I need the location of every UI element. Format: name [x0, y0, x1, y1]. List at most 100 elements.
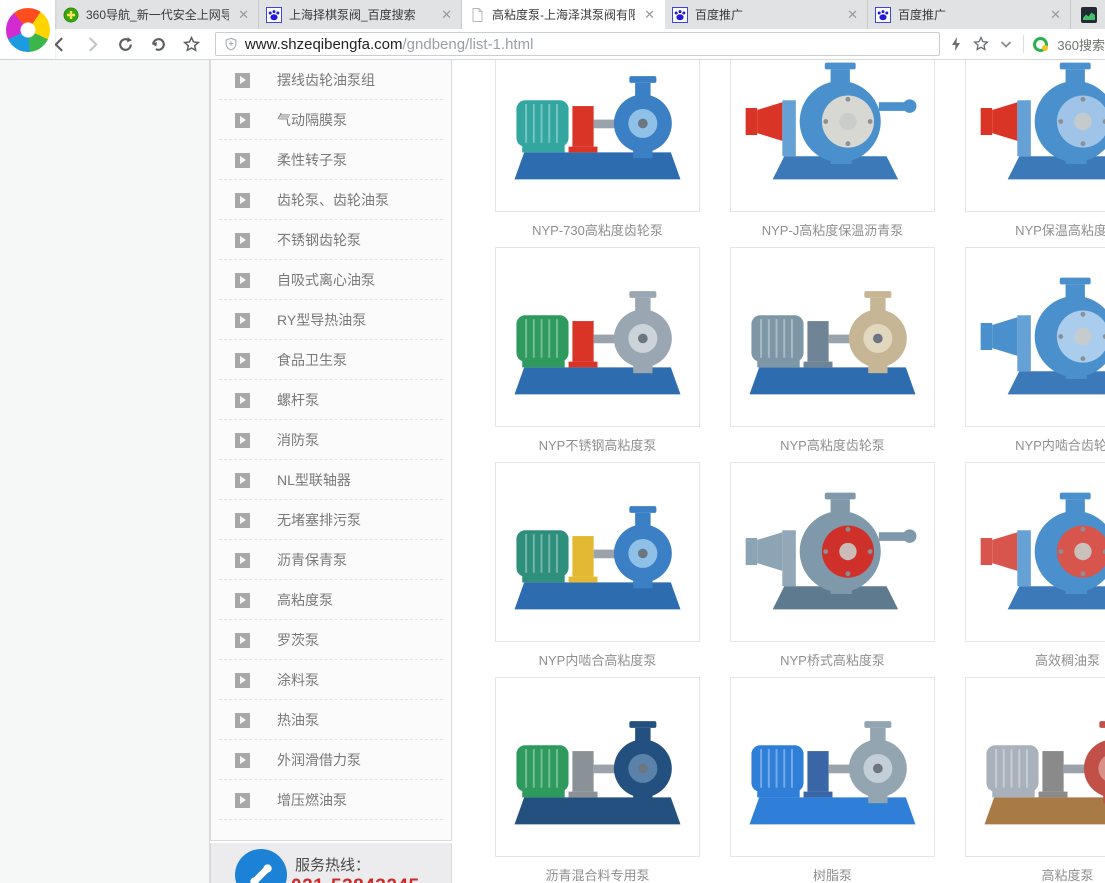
product-caption[interactable]: 树脂泵: [730, 857, 935, 883]
product-card[interactable]: NYP内啮合高粘度泵: [495, 462, 700, 677]
bookmark-star-icon[interactable]: [973, 36, 989, 52]
sidebar-category-item[interactable]: 罗茨泵: [211, 620, 451, 660]
product-caption[interactable]: NYP桥式高粘度泵: [730, 642, 935, 677]
tab-bar: 360导航_新一代安全上网导 ✕ 上海择棋泵阀_百度搜索 ✕ 高粘度泵-上海泽淇…: [0, 0, 1105, 29]
pump-unit-illustration: [501, 683, 694, 851]
browser-tab[interactable]: 百度推广 ✕: [868, 0, 1071, 29]
product-card[interactable]: NYP内啮合齿轮泵: [965, 247, 1105, 462]
sidebar-category-item[interactable]: NL型联轴器: [211, 460, 451, 500]
product-caption[interactable]: NYP内啮合高粘度泵: [495, 642, 700, 677]
product-caption[interactable]: NYP-J高粘度保温沥青泵: [730, 212, 935, 247]
play-arrow-icon: [235, 753, 250, 768]
tab-close-icon[interactable]: ✕: [439, 7, 454, 23]
product-caption[interactable]: NYP不锈钢高粘度泵: [495, 427, 700, 462]
product-image[interactable]: [965, 462, 1105, 642]
product-image[interactable]: [730, 247, 935, 427]
undo-refresh-button[interactable]: [147, 32, 171, 56]
pump-unit-illustration: [501, 468, 694, 636]
browser-tab[interactable]: 上海择棋泵阀_百度搜索 ✕: [259, 0, 462, 29]
browser-tab[interactable]: 高粘度泵-上海泽淇泵阀有限 ✕: [462, 0, 665, 29]
sidebar-category-item[interactable]: 沥青保青泵: [211, 540, 451, 580]
product-card[interactable]: NYP保温高粘度泵: [965, 60, 1105, 247]
sidebar-category-item[interactable]: 增压燃油泵: [211, 780, 451, 820]
product-card[interactable]: 沥青混合料专用泵: [495, 677, 700, 883]
product-image[interactable]: [730, 462, 935, 642]
browser-tab[interactable]: 360导航_新一代安全上网导 ✕: [56, 0, 259, 29]
product-caption[interactable]: 沥青混合料专用泵: [495, 857, 700, 883]
tab-close-icon[interactable]: ✕: [642, 7, 657, 23]
sidebar-category-item[interactable]: 热油泵: [211, 700, 451, 740]
product-image[interactable]: [965, 247, 1105, 427]
tab-partial[interactable]: [1071, 0, 1105, 29]
sidebar-category-label: RY型导热油泵: [277, 310, 366, 330]
sidebar-category-label: 螺杆泵: [277, 390, 319, 410]
sidebar-category-item[interactable]: 自吸式离心油泵: [211, 260, 451, 300]
product-card[interactable]: NYP桥式高粘度泵: [730, 462, 935, 677]
hotline-phone-number: 021-53843245: [291, 876, 420, 883]
sidebar-category-item[interactable]: 高粘度泵: [211, 580, 451, 620]
product-image[interactable]: [495, 677, 700, 857]
product-caption[interactable]: NYP内啮合齿轮泵: [965, 427, 1105, 462]
sidebar-category-item[interactable]: 外润滑借力泵: [211, 740, 451, 780]
product-caption[interactable]: 高粘度泵: [965, 857, 1105, 883]
sidebar-category-item[interactable]: 涂料泵: [211, 660, 451, 700]
extension-bolt-icon[interactable]: [948, 36, 964, 52]
sidebar-category-item[interactable]: 无堵塞排污泵: [211, 500, 451, 540]
sidebar-category-item[interactable]: 摆线齿轮油泵组: [211, 60, 451, 100]
browser-logo-icon: [6, 8, 50, 52]
product-card[interactable]: NYP-730高粘度齿轮泵: [495, 60, 700, 247]
browser-tab[interactable]: 百度推广 ✕: [665, 0, 868, 29]
product-image[interactable]: [965, 677, 1105, 857]
product-image[interactable]: [495, 462, 700, 642]
pump-unit-illustration: [501, 60, 694, 206]
browser-menu-button[interactable]: [0, 0, 55, 59]
sidebar-category-item[interactable]: 气动隔膜泵: [211, 100, 451, 140]
address-bar[interactable]: www.shzeqibengfa.com/gndbeng/list-1.html: [215, 32, 940, 56]
product-caption[interactable]: 高效稠油泵: [965, 642, 1105, 677]
product-card[interactable]: NYP高粘度齿轮泵: [730, 247, 935, 462]
tab-close-icon[interactable]: ✕: [1048, 7, 1063, 23]
sidebar-category-item[interactable]: 消防泵: [211, 420, 451, 460]
product-image[interactable]: [495, 247, 700, 427]
product-card[interactable]: 高粘度泵: [965, 677, 1105, 883]
tab-close-icon[interactable]: ✕: [845, 7, 860, 23]
tab-title: 上海择棋泵阀_百度搜索: [289, 6, 432, 23]
sidebar-category-item[interactable]: RY型导热油泵: [211, 300, 451, 340]
baidu-paw-icon: [672, 7, 688, 23]
product-caption[interactable]: NYP-730高粘度齿轮泵: [495, 212, 700, 247]
sidebar-category-label: 柔性转子泵: [277, 150, 347, 170]
product-card[interactable]: 高效稠油泵: [965, 462, 1105, 677]
search-engine-label[interactable]: 360搜索: [1057, 35, 1105, 54]
forward-button[interactable]: [81, 32, 105, 56]
baidu-paw-icon: [875, 7, 891, 23]
sidebar-category-label: 外润滑借力泵: [277, 750, 361, 770]
product-image[interactable]: [495, 60, 700, 212]
play-arrow-icon: [235, 673, 250, 688]
product-image[interactable]: [730, 60, 935, 212]
product-image[interactable]: [730, 677, 935, 857]
dropdown-chevron-icon[interactable]: [998, 36, 1014, 52]
browser-chrome: 360导航_新一代安全上网导 ✕ 上海择棋泵阀_百度搜索 ✕ 高粘度泵-上海泽淇…: [0, 0, 1105, 60]
product-card[interactable]: 树脂泵: [730, 677, 935, 883]
reload-button[interactable]: [114, 32, 138, 56]
sidebar-category-item[interactable]: 齿轮泵、齿轮油泵: [211, 180, 451, 220]
sidebar-category-item[interactable]: 不锈钢齿轮泵: [211, 220, 451, 260]
sidebar-category-item[interactable]: 柔性转子泵: [211, 140, 451, 180]
product-image[interactable]: [965, 60, 1105, 212]
sidebar-category-item[interactable]: 食品卫生泵: [211, 340, 451, 380]
product-card[interactable]: NYP-J高粘度保温沥青泵: [730, 60, 935, 247]
play-arrow-icon: [235, 233, 250, 248]
play-arrow-icon: [235, 393, 250, 408]
chart-dark-icon: [1081, 7, 1097, 23]
sidebar-category-label: 罗茨泵: [277, 630, 319, 650]
tab-close-icon[interactable]: ✕: [236, 7, 251, 23]
product-card[interactable]: NYP不锈钢高粘度泵: [495, 247, 700, 462]
play-arrow-icon: [235, 153, 250, 168]
sidebar-category-item[interactable]: 螺杆泵: [211, 380, 451, 420]
sidebar-category-label: 齿轮泵、齿轮油泵: [277, 190, 389, 210]
product-caption[interactable]: NYP保温高粘度泵: [965, 212, 1105, 247]
play-arrow-icon: [235, 793, 250, 808]
page-icon: [469, 7, 485, 23]
favorite-star-button[interactable]: [180, 32, 204, 56]
product-caption[interactable]: NYP高粘度齿轮泵: [730, 427, 935, 462]
